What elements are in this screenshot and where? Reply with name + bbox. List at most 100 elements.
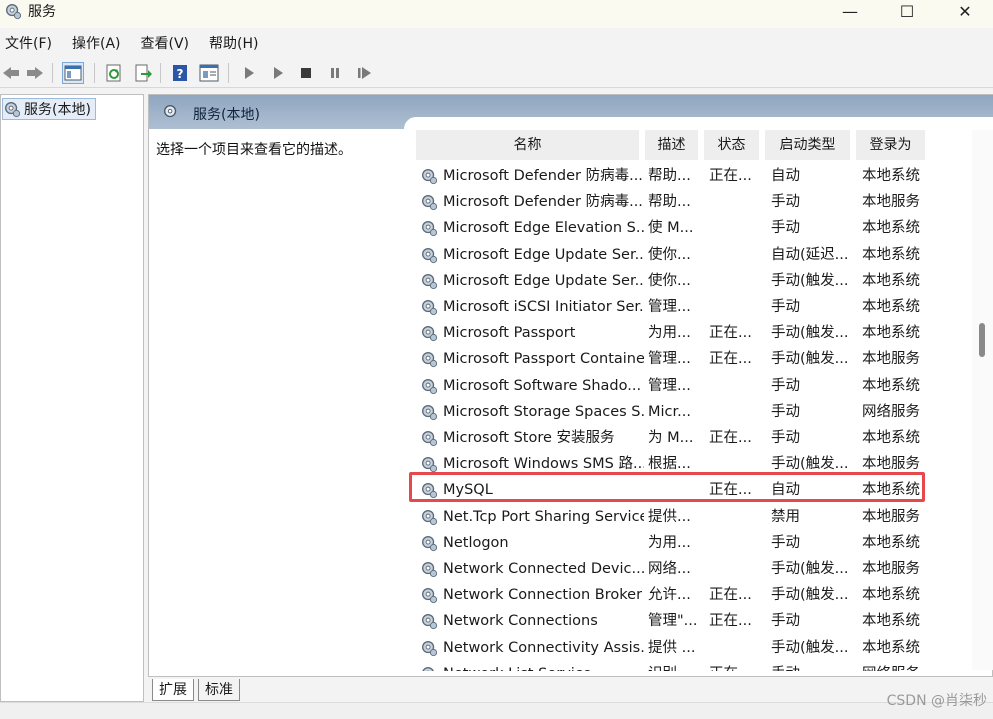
tree-item-services-local[interactable]: 服务(本地) xyxy=(2,98,96,120)
service-description: 使你... xyxy=(648,246,691,263)
table-row[interactable]: Microsoft Edge Update Ser... 使你... 手动(触发..… xyxy=(416,268,974,294)
table-row[interactable]: Microsoft Store 安装服务 为 M... 正在... 手动 本地系统 xyxy=(416,425,974,451)
table-row[interactable]: Microsoft Edge Update Ser... 使你... 自动(延迟..… xyxy=(416,242,974,268)
table-row[interactable]: Microsoft Edge Elevation S... 使 M... 手动 本地系… xyxy=(416,215,974,241)
view-tabs: 扩展 标准 xyxy=(148,676,993,702)
table-row[interactable]: Net.Tcp Port Sharing Service 提供... 禁用 本地服务 xyxy=(416,504,974,530)
service-startup-type: 手动(触发... xyxy=(771,272,849,289)
pane-header: 服务(本地) xyxy=(149,95,993,131)
svg-text:?: ? xyxy=(177,67,184,81)
service-startup-type: 手动(触发... xyxy=(771,351,849,368)
table-row[interactable]: Microsoft Defender 防病毒... 帮助... 手动 本地服务 xyxy=(416,189,974,215)
table-row[interactable]: Microsoft iSCSI Initiator Ser... 管理... 手动 本… xyxy=(416,294,974,320)
service-status: 正在... xyxy=(709,168,752,184)
minimize-button[interactable]: — xyxy=(821,0,879,22)
resume-service-icon[interactable] xyxy=(353,62,375,84)
service-log-on-as: 本地系统 xyxy=(862,325,920,342)
tab-extended[interactable]: 扩展 xyxy=(152,679,194,701)
menu-help[interactable]: 帮助(H) xyxy=(204,33,263,53)
service-gear-icon xyxy=(422,352,438,368)
tab-standard[interactable]: 标准 xyxy=(198,679,240,701)
help-icon[interactable]: ? xyxy=(169,62,191,84)
maximize-button[interactable]: ☐ xyxy=(878,0,936,22)
service-log-on-as: 本地系统 xyxy=(862,587,920,604)
menu-file[interactable]: 文件(F) xyxy=(0,33,57,53)
service-description: 管理... xyxy=(648,351,691,368)
table-row[interactable]: Microsoft Passport 为用... 正在... 手动(触发... 本地系统 xyxy=(416,320,974,346)
table-row[interactable]: Network Connection Broker 允许... 正在... 手动(触发… xyxy=(416,582,974,608)
service-name-text: Network List Service xyxy=(443,661,592,671)
service-gear-icon xyxy=(422,378,438,394)
table-row[interactable]: Microsoft Defender 防病毒... 帮助... 正在... 自动 本地系… xyxy=(416,163,974,189)
service-name-text: Microsoft Edge Update Ser... xyxy=(443,246,644,263)
service-description: 允许... xyxy=(648,587,691,604)
forward-icon[interactable] xyxy=(24,62,46,84)
export-list-icon[interactable] xyxy=(132,62,154,84)
service-description: 帮助... xyxy=(648,194,691,211)
back-icon[interactable] xyxy=(0,62,22,84)
service-status: 正在... xyxy=(709,351,752,368)
table-header: 名称 描述 状态 启动类型 登录为 xyxy=(416,130,974,160)
service-gear-icon xyxy=(422,273,438,289)
properties-icon[interactable] xyxy=(198,62,220,84)
services-pane: 服务(本地) 选择一个项目来查看它的描述。 名称 描述 状态 启动类型 登录为 … xyxy=(148,94,993,702)
menu-action[interactable]: 操作(A) xyxy=(67,33,126,53)
column-header-startup-type[interactable]: 启动类型 xyxy=(765,130,851,160)
service-gear-icon xyxy=(422,588,438,604)
service-description: 提供 ... xyxy=(648,639,696,656)
column-header-status[interactable]: 状态 xyxy=(704,130,760,160)
table-row[interactable]: Network Connected Devic... 网络... 手动(触发... 本… xyxy=(416,556,974,582)
toolbar-separator xyxy=(160,63,161,83)
show-hide-console-tree-icon[interactable] xyxy=(62,62,84,84)
scrollbar-thumb[interactable] xyxy=(979,323,985,357)
stop-service-icon[interactable] xyxy=(295,62,317,84)
service-status: 正在... xyxy=(709,661,767,671)
service-gear-icon xyxy=(422,247,438,263)
table-row[interactable]: Netlogon 为用... 手动 本地系统 xyxy=(416,530,974,556)
service-name: Network List Service xyxy=(420,661,644,671)
service-name-text: Microsoft Storage Spaces S... xyxy=(443,403,644,420)
pane-title: 服务(本地) xyxy=(193,107,260,123)
refresh-icon[interactable] xyxy=(103,62,125,84)
service-startup-type: 手动 xyxy=(771,377,800,394)
start-service-alt-icon[interactable] xyxy=(267,62,289,84)
table-row[interactable]: Microsoft Software Shado... 管理... 手动 本地系统 xyxy=(416,373,974,399)
service-log-on-as: 本地系统 xyxy=(862,377,920,394)
service-startup-type: 手动(触发... xyxy=(771,325,849,342)
watermark: CSDN @肖柒秒 xyxy=(886,693,987,709)
service-name: Microsoft Defender 防病毒... xyxy=(420,163,644,189)
services-gear-icon xyxy=(6,4,22,20)
service-name-text: Netlogon xyxy=(443,534,509,551)
service-startup-type: 手动 xyxy=(771,299,800,315)
table-row[interactable]: Network Connections 管理"... 正在... 手动 本地系统 xyxy=(416,608,974,634)
service-name-text: Microsoft Edge Update Ser... xyxy=(443,272,644,289)
services-table: 名称 描述 状态 启动类型 登录为 Microsoft Defender 防病毒… xyxy=(416,130,974,671)
service-gear-icon xyxy=(422,169,438,185)
column-header-name[interactable]: 名称 xyxy=(416,130,640,160)
vertical-scrollbar[interactable] xyxy=(972,130,993,670)
table-row[interactable]: Network Connectivity Assis... 提供 ... 手动(触发… xyxy=(416,635,974,661)
column-header-description[interactable]: 描述 xyxy=(645,130,699,160)
service-name-text: Net.Tcp Port Sharing Service xyxy=(443,508,644,525)
service-name-text: Network Connected Devic... xyxy=(443,561,644,577)
service-name: Network Connectivity Assis... xyxy=(420,635,644,661)
service-gear-icon xyxy=(422,221,438,237)
tree-item-label: 服务(本地) xyxy=(24,102,91,118)
table-row[interactable]: Microsoft Storage Spaces S... Micr... 手动 网络… xyxy=(416,399,974,425)
service-gear-icon xyxy=(422,509,438,525)
column-header-log-on-as[interactable]: 登录为 xyxy=(856,130,926,160)
start-service-icon[interactable] xyxy=(238,62,260,84)
pause-service-icon[interactable] xyxy=(324,62,346,84)
minimize-icon: — xyxy=(842,1,858,21)
status-bar xyxy=(0,702,993,719)
close-button[interactable]: ✕ xyxy=(936,0,993,22)
service-log-on-as: 网络服务 xyxy=(862,403,920,420)
service-log-on-as: 本地服务 xyxy=(862,561,920,577)
table-row[interactable]: Microsoft Passport Container 管理... 正在... 手动… xyxy=(416,346,974,372)
service-name: Microsoft Edge Update Ser... xyxy=(420,242,644,268)
table-row[interactable]: Network List Service 识别... 正在... 手动网络服务 xyxy=(416,661,974,671)
window-title: 服务 xyxy=(28,4,56,20)
service-startup-type: 手动 xyxy=(771,403,800,420)
service-description: 管理"... xyxy=(648,613,698,630)
menu-view[interactable]: 查看(V) xyxy=(136,33,195,53)
